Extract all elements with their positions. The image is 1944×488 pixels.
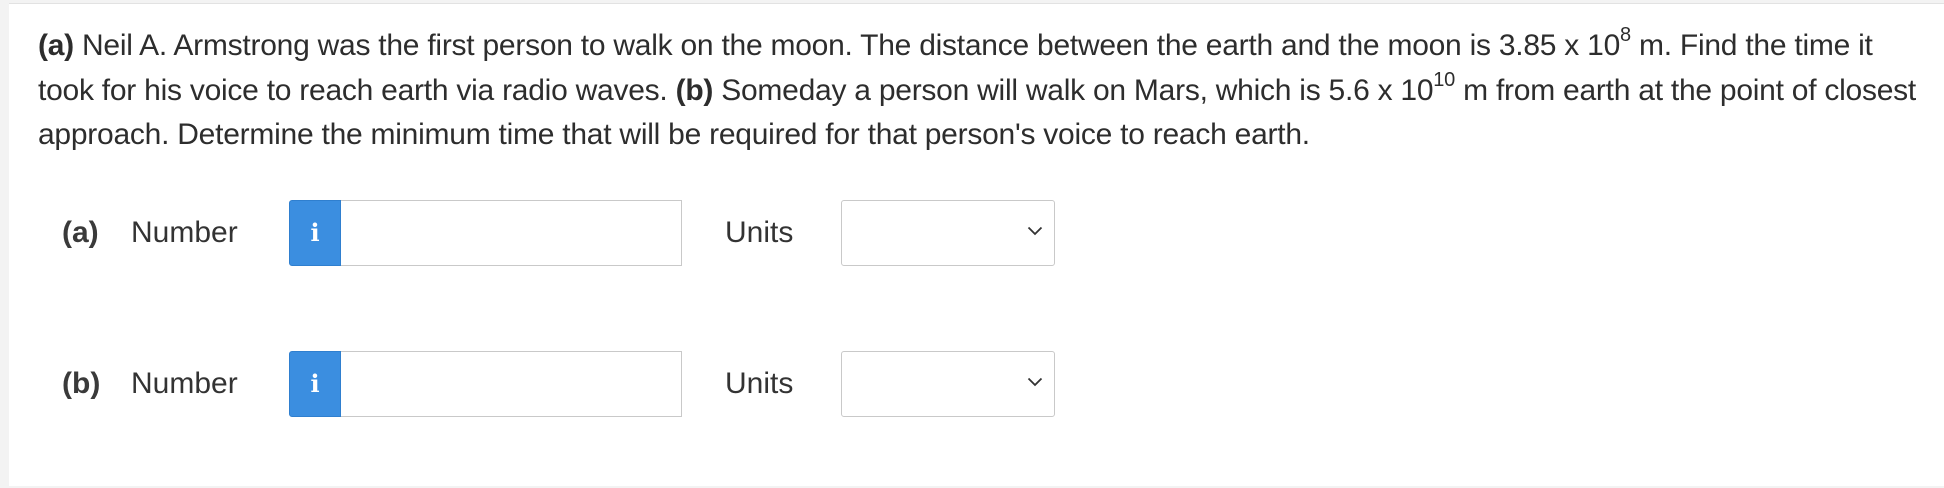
question-b-text: Someday a person will walk on Mars, whic… <box>713 73 1434 107</box>
part-b-tag: (b) <box>675 73 714 107</box>
info-icon: i <box>310 369 320 398</box>
answer-row-b: (b) Number i Units <box>9 351 1109 417</box>
part-a-tag: (a) <box>38 29 74 62</box>
info-icon: i <box>310 218 320 247</box>
part-label: (a) <box>62 216 99 249</box>
question-text: (a) Neil A. Armstrong was the first pers… <box>38 24 1918 158</box>
units-label: Units <box>725 216 794 249</box>
chevron-down-icon <box>1027 377 1043 387</box>
chevron-down-icon <box>1027 226 1043 236</box>
number-input[interactable] <box>341 351 682 417</box>
units-select[interactable] <box>841 200 1055 266</box>
units-select[interactable] <box>841 351 1055 417</box>
question-b-exponent: 10 <box>1433 68 1456 91</box>
answer-row-a: (a) Number i Units <box>9 200 1109 266</box>
units-label: Units <box>725 367 794 400</box>
number-label: Number <box>131 367 238 400</box>
question-panel: (a) Neil A. Armstrong was the first pers… <box>9 3 1944 486</box>
part-label: (b) <box>62 367 101 400</box>
question-a-exponent: 8 <box>1620 24 1631 46</box>
question-a-text: Neil A. Armstrong was the first person t… <box>73 29 1621 62</box>
info-button[interactable]: i <box>289 200 341 266</box>
number-label: Number <box>131 216 238 249</box>
info-button[interactable]: i <box>289 351 341 417</box>
number-input[interactable] <box>341 200 682 266</box>
